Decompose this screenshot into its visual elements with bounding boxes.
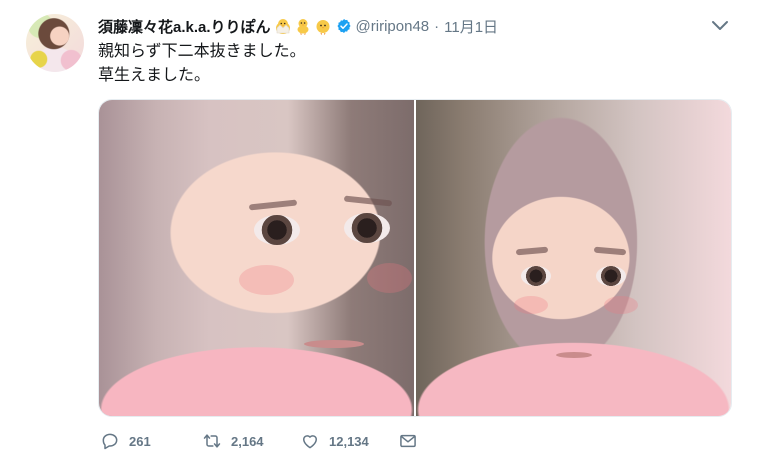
heart-icon[interactable]	[300, 431, 320, 451]
retweet-icon[interactable]	[202, 431, 222, 451]
reply-icon[interactable]	[100, 431, 120, 451]
reply-count: 261	[129, 433, 151, 449]
like-count: 12,134	[329, 433, 369, 449]
before-photo[interactable]	[99, 100, 414, 416]
baby-chick-icon	[297, 19, 309, 35]
eye	[596, 266, 626, 286]
tweet-text-line: 草生えました。	[98, 67, 211, 84]
tweet[interactable]: 須藤凜々花a.k.a.りりぽん @riripon48 · 11月1日 親知らず下…	[0, 0, 758, 466]
tweet-text-line: 親知らず下二本抜きました。	[98, 43, 306, 60]
eye	[521, 266, 551, 286]
hatching-chick-icon	[275, 19, 290, 34]
tweet-header: 須藤凜々花a.k.a.りりぽん @riripon48 · 11月1日	[98, 16, 498, 36]
blush	[514, 296, 548, 314]
like-action[interactable]: 12,134	[300, 431, 398, 451]
retweet-action[interactable]: 2,164	[202, 431, 300, 451]
blush	[239, 265, 294, 295]
emoji-row	[274, 17, 332, 35]
mouth	[556, 352, 592, 358]
eyebrow	[593, 246, 627, 256]
verified-badge-icon	[336, 19, 351, 33]
retweet-count: 2,164	[231, 433, 264, 449]
tweet-media[interactable]	[98, 99, 732, 417]
eye	[344, 213, 390, 243]
chevron-down-icon[interactable]	[710, 18, 730, 32]
mouth	[304, 340, 364, 348]
eyebrow	[248, 199, 298, 211]
eyebrow	[515, 246, 549, 256]
after-photo[interactable]	[416, 100, 731, 416]
handle[interactable]: @riripon48	[356, 18, 430, 35]
display-name[interactable]: 須藤凜々花a.k.a.りりぽん	[98, 16, 271, 37]
direct-message-action[interactable]	[398, 431, 418, 451]
blush	[604, 296, 638, 314]
separator-dot: ·	[434, 17, 440, 35]
tweet-actions: 261 2,164 12,134	[100, 430, 418, 452]
tweet-date[interactable]: 11月1日	[444, 16, 498, 37]
envelope-icon[interactable]	[398, 431, 418, 451]
tweet-text: 親知らず下二本抜きました。 草生えました。	[98, 40, 306, 88]
eyebrow	[343, 195, 393, 207]
eye	[254, 215, 300, 245]
reply-action[interactable]: 261	[100, 431, 202, 451]
avatar[interactable]	[26, 14, 84, 72]
front-facing-chick-icon	[316, 20, 330, 35]
blush	[367, 263, 412, 293]
